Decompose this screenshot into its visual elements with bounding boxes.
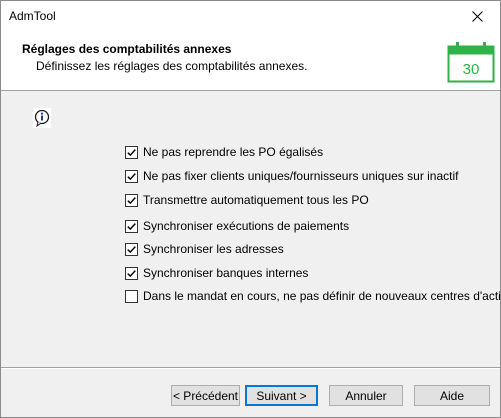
option-ne-pas-fixer-clients[interactable]: Ne pas fixer clients uniques/fournisseur…	[125, 168, 459, 184]
checkbox[interactable]	[125, 242, 138, 256]
page-subtitle: Définissez les réglages des comptabilité…	[36, 59, 308, 73]
option-synchroniser-adresses[interactable]: Synchroniser les adresses	[125, 241, 284, 257]
checkmark-icon	[127, 148, 136, 156]
window-title: AdmTool	[9, 9, 56, 23]
option-label: Synchroniser exécutions de paiements	[143, 219, 350, 233]
checkmark-icon	[127, 196, 136, 204]
page-title: Réglages des comptabilités annexes	[22, 42, 232, 56]
checkbox[interactable]	[125, 145, 138, 159]
next-button[interactable]: Suivant >	[245, 385, 318, 406]
option-label: Ne pas fixer clients uniques/fournisseur…	[143, 169, 459, 183]
checkbox[interactable]	[125, 219, 138, 233]
checkbox[interactable]	[125, 193, 138, 207]
option-ne-pas-reprendre-po[interactable]: Ne pas reprendre les PO égalisés	[125, 144, 323, 160]
cancel-button[interactable]: Annuler	[329, 385, 403, 406]
wizard-header: Réglages des comptabilités annexes Défin…	[1, 31, 500, 91]
checkbox[interactable]	[125, 266, 138, 280]
checkmark-icon	[127, 222, 136, 230]
checkbox[interactable]	[125, 169, 138, 183]
footer-separator	[1, 367, 500, 369]
option-label: Ne pas reprendre les PO égalisés	[143, 145, 324, 159]
checkmark-icon	[127, 245, 136, 253]
wizard-window: AdmTool Réglages des comptabilités annex…	[0, 0, 501, 418]
info-icon	[33, 108, 51, 128]
option-transmettre-po[interactable]: Transmettre automatiquement tous les PO	[125, 192, 369, 208]
previous-button[interactable]: < Précédent	[171, 385, 240, 406]
option-label: Synchroniser les adresses	[143, 242, 284, 256]
option-label: Dans le mandat en cours, ne pas définir …	[143, 289, 501, 303]
close-icon	[471, 10, 483, 22]
calendar-day-text: 30	[463, 61, 480, 78]
option-label: Synchroniser banques internes	[143, 266, 309, 280]
title-bar: AdmTool	[1, 1, 500, 31]
option-label: Transmettre automatiquement tous les PO	[143, 193, 369, 207]
checkmark-icon	[127, 172, 136, 180]
checkbox[interactable]	[125, 289, 138, 303]
checkmark-icon	[127, 269, 136, 277]
option-synchroniser-paiements[interactable]: Synchroniser exécutions de paiements	[125, 218, 349, 234]
close-button[interactable]	[454, 1, 500, 31]
help-button[interactable]: Aide	[414, 385, 490, 406]
option-synchroniser-banques[interactable]: Synchroniser banques internes	[125, 265, 308, 281]
option-nouveaux-centres[interactable]: Dans le mandat en cours, ne pas définir …	[125, 288, 501, 304]
calendar-icon: 30	[447, 42, 495, 83]
